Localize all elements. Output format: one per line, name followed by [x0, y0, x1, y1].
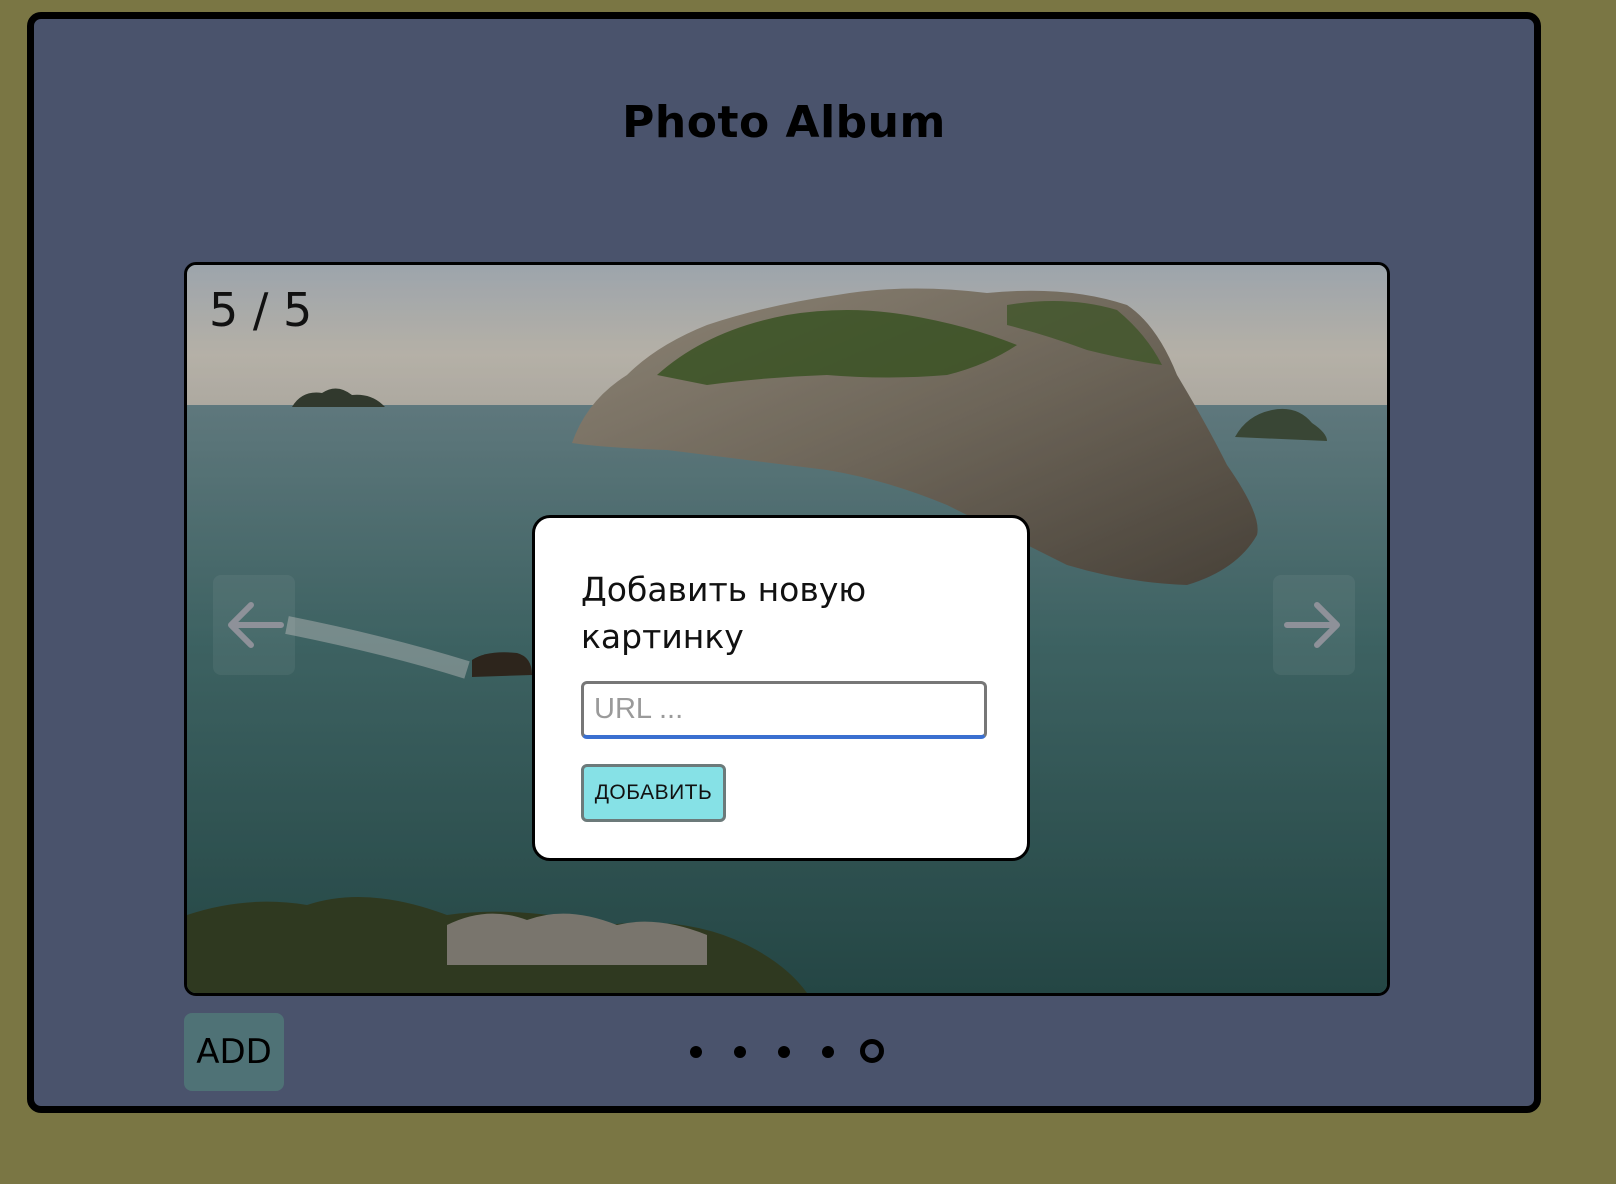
pagination-dot[interactable] — [778, 1046, 790, 1058]
dialog-title: Добавить новую картинку — [581, 570, 867, 656]
album-frame: Photo Album 5 / 5 Добавить новую картинк… — [27, 12, 1541, 1113]
page-title: Photo Album — [622, 97, 946, 148]
next-image-button[interactable] — [1273, 575, 1355, 675]
pagination-dot[interactable] — [734, 1046, 746, 1058]
prev-image-button[interactable] — [213, 575, 295, 675]
pagination-dot[interactable] — [690, 1046, 702, 1058]
photo-viewer: 5 / 5 Добавить новую картинку ДОБАВИТЬ — [184, 262, 1390, 996]
add-image-dialog: Добавить новую картинку ДОБАВИТЬ — [532, 515, 1030, 861]
pagination-dot[interactable] — [822, 1046, 834, 1058]
arrow-left-icon — [228, 602, 284, 648]
add-image-submit-button[interactable]: ДОБАВИТЬ — [581, 764, 726, 822]
url-input[interactable] — [581, 681, 987, 739]
arrow-right-icon — [1284, 602, 1340, 648]
pagination-dot[interactable] — [860, 1039, 884, 1063]
add-button[interactable]: ADD — [184, 1013, 284, 1091]
image-counter: 5 / 5 — [209, 283, 313, 337]
pagination-dots — [684, 1037, 894, 1067]
